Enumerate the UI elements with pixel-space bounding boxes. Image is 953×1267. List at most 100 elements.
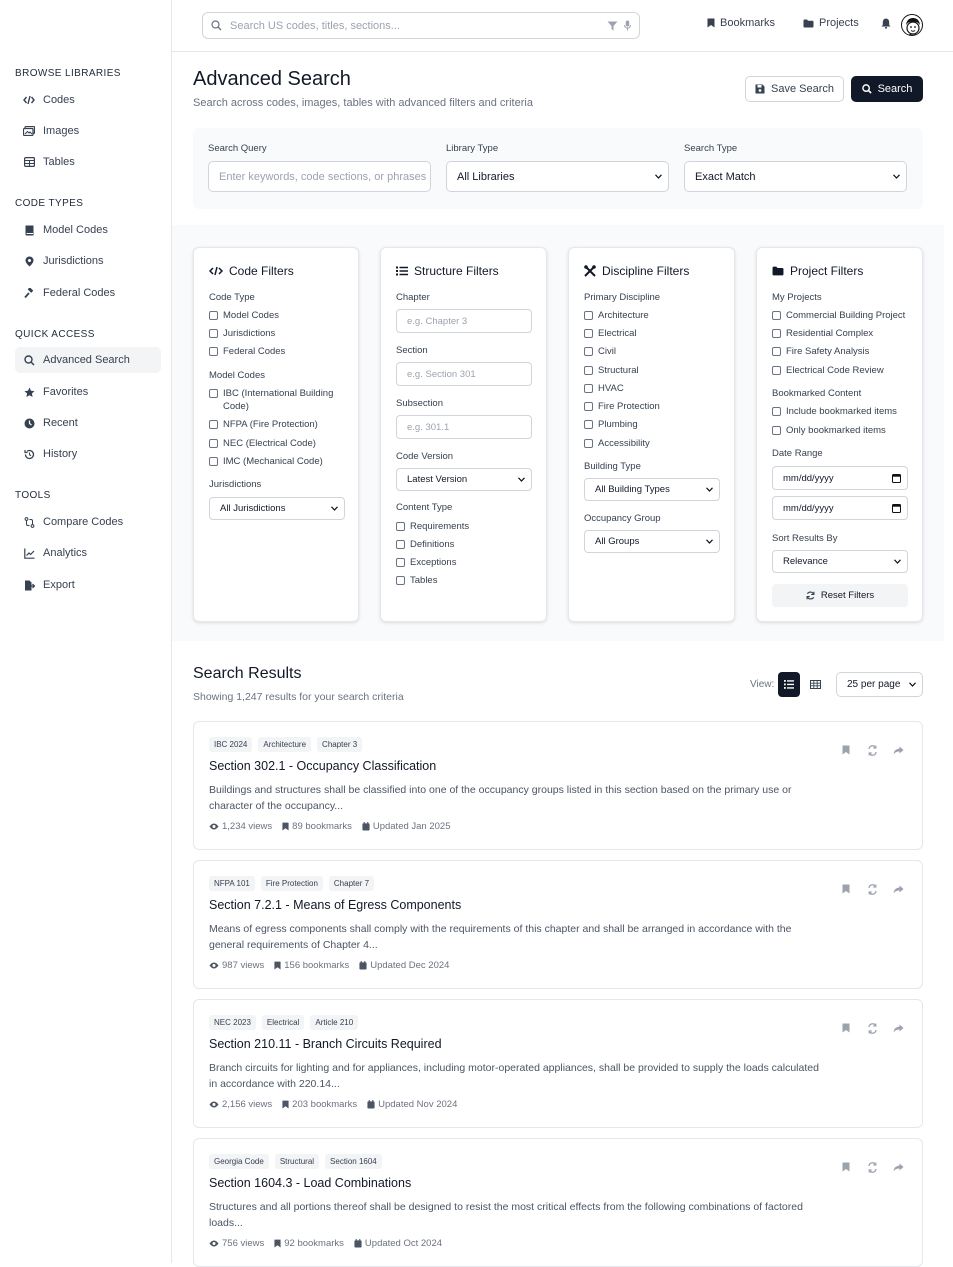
checkbox[interactable] bbox=[396, 576, 405, 585]
checkbox-imc[interactable]: IMC (Mechanical Code) bbox=[209, 455, 323, 468]
checkbox[interactable] bbox=[772, 347, 781, 356]
subsection-input[interactable]: e.g. 301.1 bbox=[396, 415, 532, 439]
checkbox[interactable] bbox=[396, 522, 405, 531]
per-page-select[interactable]: 25 per page bbox=[836, 672, 923, 697]
result-card[interactable]: IBC 2024 Architecture Chapter 3 Section 30… bbox=[193, 721, 923, 850]
sidebar-item-favorites[interactable]: Favorites bbox=[15, 379, 161, 405]
result-tag[interactable]: NEC 2023 bbox=[209, 1015, 256, 1030]
result-tag[interactable]: Georgia Code bbox=[209, 1154, 269, 1169]
global-search-input[interactable] bbox=[230, 19, 607, 32]
sidebar-item-export[interactable]: Export bbox=[15, 572, 161, 598]
jurisdictions-select[interactable]: All Jurisdictions bbox=[209, 497, 345, 520]
result-tag[interactable]: Architecture bbox=[258, 737, 312, 752]
checkbox-project-electrical[interactable]: Electrical Code Review bbox=[772, 364, 884, 377]
checkbox-accessibility[interactable]: Accessibility bbox=[584, 437, 650, 450]
result-title[interactable]: Section 210.11 - Branch Circuits Require… bbox=[209, 1037, 442, 1051]
result-card[interactable]: Georgia Code Structural Section 1604 Secti… bbox=[193, 1138, 923, 1267]
checkbox-definitions[interactable]: Definitions bbox=[396, 538, 454, 551]
checkbox[interactable] bbox=[396, 540, 405, 549]
calendar-icon[interactable] bbox=[892, 503, 901, 513]
sidebar-item-model-codes[interactable]: Model Codes bbox=[15, 217, 161, 243]
checkbox[interactable] bbox=[772, 329, 781, 338]
checkbox[interactable] bbox=[209, 329, 218, 338]
chapter-input[interactable]: e.g. Chapter 3 bbox=[396, 309, 532, 333]
checkbox-only-bookmarked[interactable]: Only bookmarked items bbox=[772, 424, 886, 437]
share-icon[interactable] bbox=[891, 743, 905, 757]
building-type-select[interactable]: All Building Types bbox=[584, 478, 720, 501]
microphone-icon[interactable] bbox=[624, 20, 631, 31]
checkbox-jurisdictions[interactable]: Jurisdictions bbox=[209, 327, 275, 340]
checkbox-nfpa[interactable]: NFPA (Fire Protection) bbox=[209, 418, 318, 431]
checkbox[interactable] bbox=[584, 384, 593, 393]
checkbox[interactable] bbox=[584, 329, 593, 338]
sidebar-item-compare-codes[interactable]: Compare Codes bbox=[15, 509, 161, 535]
bookmarks-link[interactable]: Bookmarks bbox=[707, 17, 775, 29]
checkbox[interactable] bbox=[584, 347, 593, 356]
notifications-button[interactable] bbox=[881, 18, 891, 29]
sidebar-item-advanced-search[interactable]: Advanced Search bbox=[15, 347, 161, 373]
search-type-select[interactable]: Exact Match bbox=[684, 161, 907, 192]
share-icon[interactable] bbox=[891, 1160, 905, 1174]
checkbox-civil[interactable]: Civil bbox=[584, 345, 616, 358]
checkbox[interactable] bbox=[772, 407, 781, 416]
avatar[interactable] bbox=[901, 14, 923, 36]
checkbox-plumbing[interactable]: Plumbing bbox=[584, 418, 638, 431]
checkbox[interactable] bbox=[209, 347, 218, 356]
sidebar-item-history[interactable]: History bbox=[15, 441, 161, 467]
result-card[interactable]: NEC 2023 Electrical Article 210 Section 21… bbox=[193, 999, 923, 1128]
checkbox-ibc[interactable]: IBC (International Building Code) bbox=[209, 387, 344, 413]
checkbox-exceptions[interactable]: Exceptions bbox=[396, 556, 456, 569]
result-tag[interactable]: Chapter 7 bbox=[328, 876, 375, 891]
sidebar-item-tables[interactable]: Tables bbox=[15, 149, 161, 175]
compare-icon[interactable] bbox=[865, 1160, 879, 1174]
checkbox[interactable] bbox=[209, 420, 218, 429]
checkbox-include-bookmarked[interactable]: Include bookmarked items bbox=[772, 405, 897, 418]
sidebar-item-federal-codes[interactable]: Federal Codes bbox=[15, 280, 161, 306]
grid-view-button[interactable] bbox=[804, 672, 826, 697]
bookmark-icon[interactable] bbox=[839, 743, 853, 757]
result-title[interactable]: Section 302.1 - Occupancy Classification bbox=[209, 759, 436, 773]
checkbox[interactable] bbox=[584, 366, 593, 375]
checkbox[interactable] bbox=[209, 439, 218, 448]
checkbox[interactable] bbox=[584, 439, 593, 448]
checkbox-hvac[interactable]: HVAC bbox=[584, 382, 624, 395]
occupancy-group-select[interactable]: All Groups bbox=[584, 530, 720, 553]
share-icon[interactable] bbox=[891, 1021, 905, 1035]
result-tag[interactable]: NFPA 101 bbox=[209, 876, 255, 891]
global-search[interactable] bbox=[202, 12, 640, 39]
calendar-icon[interactable] bbox=[892, 473, 901, 483]
result-tag[interactable]: Fire Protection bbox=[260, 876, 323, 891]
checkbox[interactable] bbox=[209, 457, 218, 466]
compare-icon[interactable] bbox=[865, 743, 879, 757]
sidebar-item-codes[interactable]: Codes bbox=[15, 87, 161, 113]
result-tag[interactable]: Article 210 bbox=[310, 1015, 359, 1030]
checkbox[interactable] bbox=[584, 311, 593, 320]
result-tag[interactable]: Chapter 3 bbox=[317, 737, 363, 752]
result-tag[interactable]: IBC 2024 bbox=[209, 737, 253, 752]
code-version-select[interactable]: Latest Version bbox=[396, 468, 532, 491]
result-card[interactable]: NFPA 101 Fire Protection Chapter 7 Section… bbox=[193, 860, 923, 989]
checkbox-structural[interactable]: Structural bbox=[584, 364, 639, 377]
result-title[interactable]: Section 7.2.1 - Means of Egress Componen… bbox=[209, 898, 461, 912]
checkbox-electrical[interactable]: Electrical bbox=[584, 327, 637, 340]
checkbox-tables[interactable]: Tables bbox=[396, 574, 437, 587]
checkbox-nec[interactable]: NEC (Electrical Code) bbox=[209, 437, 316, 450]
search-button[interactable]: Search bbox=[851, 76, 923, 102]
checkbox-project-residential[interactable]: Residential Complex bbox=[772, 327, 873, 340]
compare-icon[interactable] bbox=[865, 882, 879, 896]
result-tag[interactable]: Electrical bbox=[261, 1015, 305, 1030]
sidebar-item-jurisdictions[interactable]: Jurisdictions bbox=[15, 248, 161, 274]
checkbox-architecture[interactable]: Architecture bbox=[584, 309, 649, 322]
checkbox-fire-protection[interactable]: Fire Protection bbox=[584, 400, 660, 413]
compare-icon[interactable] bbox=[865, 1021, 879, 1035]
bookmark-icon[interactable] bbox=[839, 882, 853, 896]
search-query-input[interactable]: Enter keywords, code sections, or phrase… bbox=[208, 161, 431, 192]
filter-icon[interactable] bbox=[607, 21, 618, 31]
checkbox[interactable] bbox=[772, 426, 781, 435]
checkbox-federal-codes[interactable]: Federal Codes bbox=[209, 345, 285, 358]
sort-results-select[interactable]: Relevance bbox=[772, 550, 908, 573]
checkbox[interactable] bbox=[584, 402, 593, 411]
checkbox[interactable] bbox=[396, 558, 405, 567]
list-view-button[interactable] bbox=[778, 672, 800, 697]
share-icon[interactable] bbox=[891, 882, 905, 896]
